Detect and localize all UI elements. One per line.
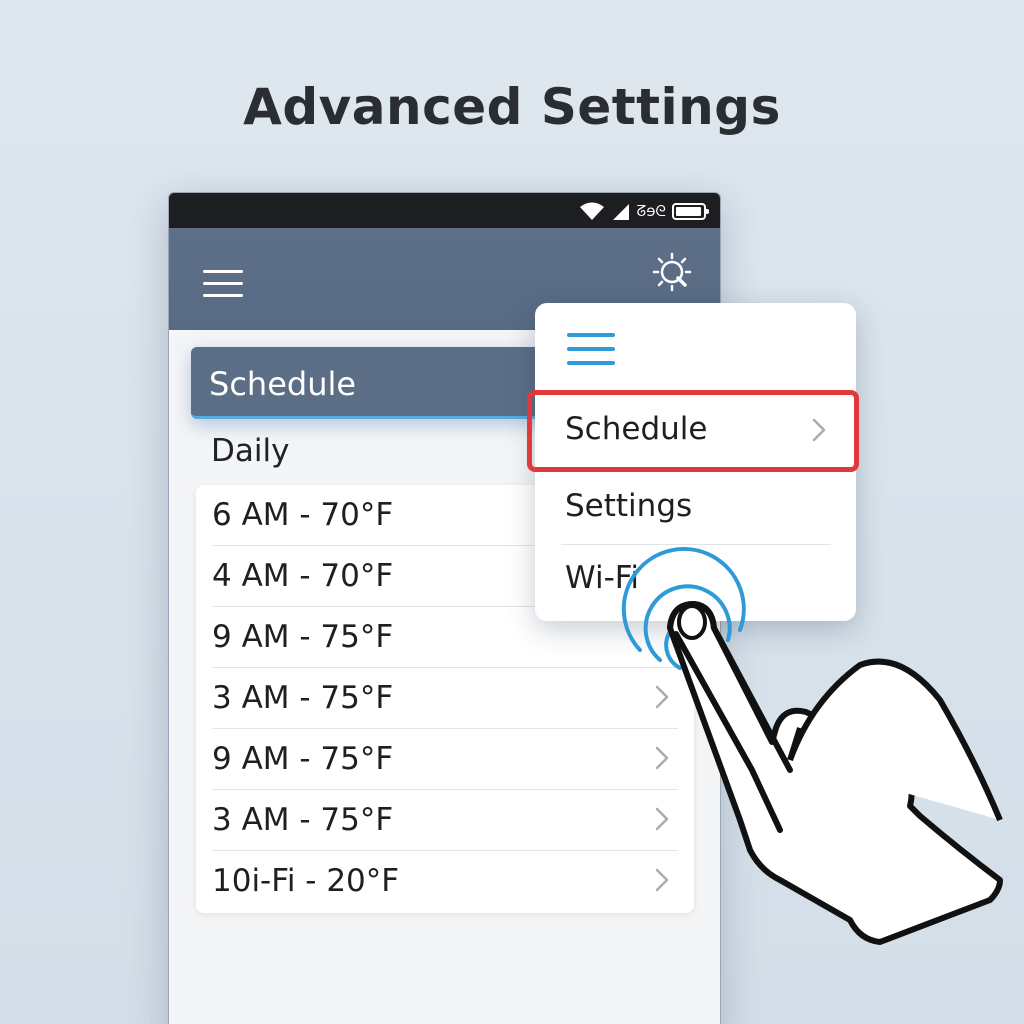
chevron-right-icon xyxy=(655,685,669,709)
list-item-label: 4 AM - 70°F xyxy=(212,558,394,594)
sun-search-icon[interactable] xyxy=(648,248,698,298)
chevron-right-icon xyxy=(655,868,669,892)
status-bar: ᘔɘᘓ xyxy=(169,193,720,228)
list-item-label: 6 AM - 70°F xyxy=(212,497,394,533)
battery-icon xyxy=(672,202,709,220)
signal-icon xyxy=(612,204,629,220)
highlight-box xyxy=(527,390,859,472)
popup-item-wifi[interactable]: Wi-Fi xyxy=(565,550,831,610)
list-item[interactable]: 9 AM - 75°F xyxy=(212,729,678,790)
list-item-label: 10i-Fi - 20°F xyxy=(212,863,400,899)
chevron-right-icon xyxy=(655,807,669,831)
hamburger-icon[interactable] xyxy=(203,270,243,298)
list-item-label: 3 AM - 75°F xyxy=(212,680,394,716)
popup-item-label: Settings xyxy=(565,488,693,524)
hamburger-icon[interactable] xyxy=(567,333,615,367)
chevron-right-icon xyxy=(655,746,669,770)
list-item[interactable]: 10i-Fi - 20°F xyxy=(212,851,678,912)
popup-item-settings[interactable]: Settings xyxy=(565,478,831,538)
schedule-tab-label: Schedule xyxy=(209,365,357,403)
popup-item-label: Wi-Fi xyxy=(565,560,639,596)
list-item-label: 3 AM - 75°F xyxy=(212,802,394,838)
list-item-label: 9 AM - 75°F xyxy=(212,619,394,655)
list-item[interactable]: 3 AM - 75°F xyxy=(212,668,678,729)
status-icons: ᘔɘᘓ xyxy=(579,200,709,222)
page-headline: Advanced Settings xyxy=(243,78,781,136)
divider xyxy=(561,544,831,545)
status-time: ᘔɘᘓ xyxy=(636,202,667,220)
list-item-label: 9 AM - 75°F xyxy=(212,741,394,777)
wifi-icon xyxy=(579,202,604,220)
list-item[interactable]: 3 AM - 75°F xyxy=(212,790,678,851)
section-label-daily: Daily xyxy=(211,433,290,469)
